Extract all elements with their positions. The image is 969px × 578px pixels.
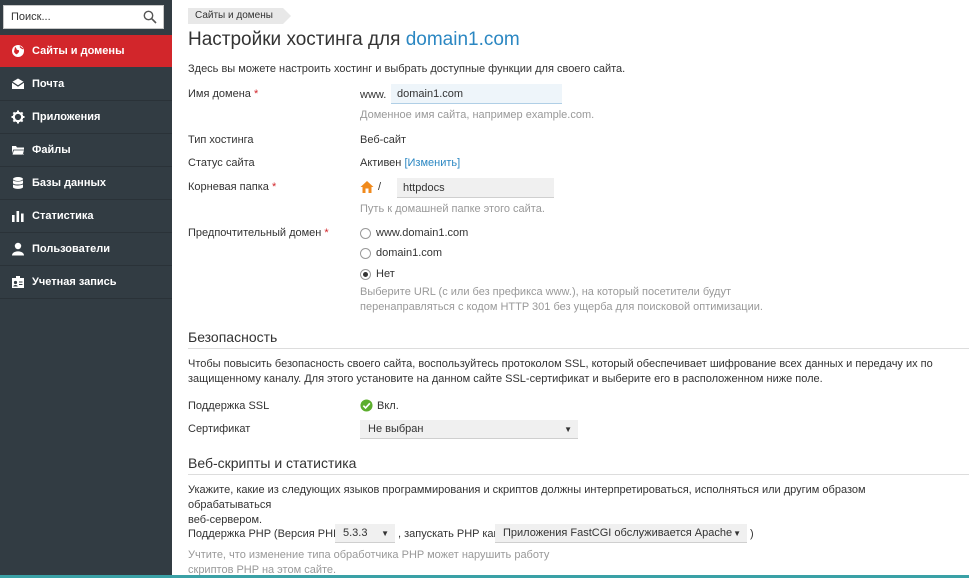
www-prefix: www. — [360, 89, 387, 101]
radio-button-selected[interactable] — [360, 268, 371, 280]
mail-icon — [11, 77, 25, 91]
ssl-support-label: Поддержка SSL — [188, 400, 270, 412]
page-title-domain: domain1.com — [405, 29, 520, 50]
search-box[interactable] — [3, 5, 164, 29]
preferred-domain-option-www[interactable]: www.domain1.com — [360, 227, 468, 239]
php-handler-select[interactable]: Приложения FastCGI обслуживается Apache ▼ — [495, 524, 747, 543]
folder-icon — [11, 143, 25, 157]
sidebar-item-statistics[interactable]: Статистика — [0, 200, 172, 233]
site-status-label: Статус сайта — [188, 157, 255, 169]
root-folder-label: Корневая папка * — [188, 181, 276, 193]
preferred-domain-option-none[interactable]: Нет — [360, 268, 395, 280]
section-heading-web-scripts: Веб-скрипты и статистика — [188, 455, 969, 475]
root-folder-hint: Путь к домашней папке этого сайта. — [360, 203, 545, 215]
sidebar-item-label: Статистика — [32, 210, 94, 222]
gear-icon — [11, 110, 25, 124]
dropdown-arrow-icon: ▼ — [733, 529, 741, 538]
php-run-as-label: , запускать PHP как — [398, 528, 499, 540]
sidebar-item-users[interactable]: Пользователи — [0, 233, 172, 266]
php-support-label: Поддержка PHP (Версия PHP — [188, 528, 341, 540]
preferred-domain-label: Предпочтительный домен * — [188, 227, 329, 239]
intro-text: Здесь вы можете настроить хостинг и выбр… — [188, 63, 626, 75]
bar-chart-icon — [11, 209, 25, 223]
root-folder-value: httpdocs — [403, 182, 445, 194]
dropdown-arrow-icon: ▼ — [381, 529, 389, 538]
security-description: Чтобы повысить безопасность своего сайта… — [188, 357, 948, 387]
site-status: Активен [Изменить] — [360, 157, 460, 169]
web-scripts-description: Укажите, какие из следующих языков прогр… — [188, 483, 948, 528]
site-status-value: Активен — [360, 157, 402, 169]
sidebar-item-label: Файлы — [32, 144, 71, 156]
php-close-paren: ) — [750, 528, 754, 540]
sidebar: Сайты и домены Почта Приложения Файлы Ба… — [0, 0, 172, 578]
php-handler-value: Приложения FastCGI обслуживается Apache — [503, 527, 733, 539]
root-folder-label-text: Корневая папка — [188, 181, 269, 193]
ssl-support-value: Вкл. — [377, 400, 399, 412]
sidebar-item-label: Пользователи — [32, 243, 111, 255]
para-line: защищенному каналу. Для этого установите… — [188, 373, 823, 385]
main-content: Сайты и домены Настройки хостинга для do… — [172, 0, 969, 578]
database-icon — [11, 176, 25, 190]
user-icon — [11, 242, 25, 256]
hosting-type-value: Веб-сайт — [360, 134, 407, 146]
search-input[interactable] — [4, 6, 134, 28]
radio-button[interactable] — [360, 247, 371, 259]
required-mark: * — [271, 181, 277, 193]
certificate-select-value: Не выбран — [368, 423, 424, 435]
certificate-select[interactable]: Не выбран ▼ — [360, 420, 578, 439]
domain-name-field[interactable]: domain1.com — [391, 84, 562, 104]
breadcrumb[interactable]: Сайты и домены — [188, 8, 291, 24]
sidebar-item-account[interactable]: Учетная запись — [0, 266, 172, 299]
radio-label: Нет — [376, 268, 395, 280]
para-line: Укажите, какие из следующих языков прогр… — [188, 484, 866, 511]
required-mark: * — [324, 227, 329, 239]
page-title: Настройки хостинга для domain1.com — [188, 29, 520, 51]
change-status-link[interactable]: [Изменить] — [404, 157, 460, 169]
sidebar-item-label: Базы данных — [32, 177, 106, 189]
sidebar-item-databases[interactable]: Базы данных — [0, 167, 172, 200]
sidebar-item-label: Сайты и домены — [32, 45, 125, 57]
domain-name-label: Имя домена * — [188, 88, 258, 100]
required-mark: * — [253, 88, 259, 100]
sidebar-item-websites[interactable]: Сайты и домены — [0, 35, 172, 67]
domain-name-hint: Доменное имя сайта, например example.com… — [360, 109, 595, 121]
section-heading-security: Безопасность — [188, 329, 969, 349]
hint-line: Учтите, что изменение типа обработчика P… — [188, 549, 550, 561]
root-folder-slash: / — [378, 181, 382, 193]
php-version-select[interactable]: 5.3.3 ▼ — [335, 524, 395, 543]
php-version-value: 5.3.3 — [343, 527, 368, 539]
hint-line: перенаправляться с кодом HTTP 301 без ущ… — [360, 301, 763, 313]
preferred-domain-hint: Выберите URL (с или без префикса www.), … — [360, 285, 763, 315]
certificate-label: Сертификат — [188, 423, 251, 435]
radio-button[interactable] — [360, 227, 371, 239]
account-card-icon — [11, 275, 25, 289]
dropdown-arrow-icon: ▼ — [564, 425, 572, 434]
check-circle-icon — [360, 399, 373, 412]
root-folder-field[interactable]: httpdocs — [397, 178, 554, 198]
radio-label: www.domain1.com — [376, 227, 469, 239]
page-title-prefix: Настройки хостинга для — [188, 29, 406, 50]
domain-name-value: domain1.com — [397, 88, 464, 100]
sidebar-item-label: Приложения — [32, 111, 101, 123]
home-icon — [360, 181, 374, 193]
hint-line: Выберите URL (с или без префикса www.), … — [360, 286, 731, 298]
sidebar-item-applications[interactable]: Приложения — [0, 101, 172, 134]
preferred-domain-option-plain[interactable]: domain1.com — [360, 247, 442, 259]
sidebar-item-label: Почта — [32, 78, 65, 90]
preferred-domain-label-text: Предпочтительный домен — [188, 227, 322, 239]
hosting-type-label: Тип хостинга — [188, 134, 254, 146]
globe-icon — [11, 44, 25, 58]
php-handler-hint: Учтите, что изменение типа обработчика P… — [188, 548, 549, 578]
radio-label: domain1.com — [376, 247, 443, 259]
search-icon[interactable] — [143, 10, 157, 24]
sidebar-item-mail[interactable]: Почта — [0, 68, 172, 101]
para-line: Чтобы повысить безопасность своего сайта… — [188, 358, 933, 370]
sidebar-item-files[interactable]: Файлы — [0, 134, 172, 167]
sidebar-item-label: Учетная запись — [32, 276, 117, 288]
domain-name-label-text: Имя домена — [188, 88, 251, 100]
